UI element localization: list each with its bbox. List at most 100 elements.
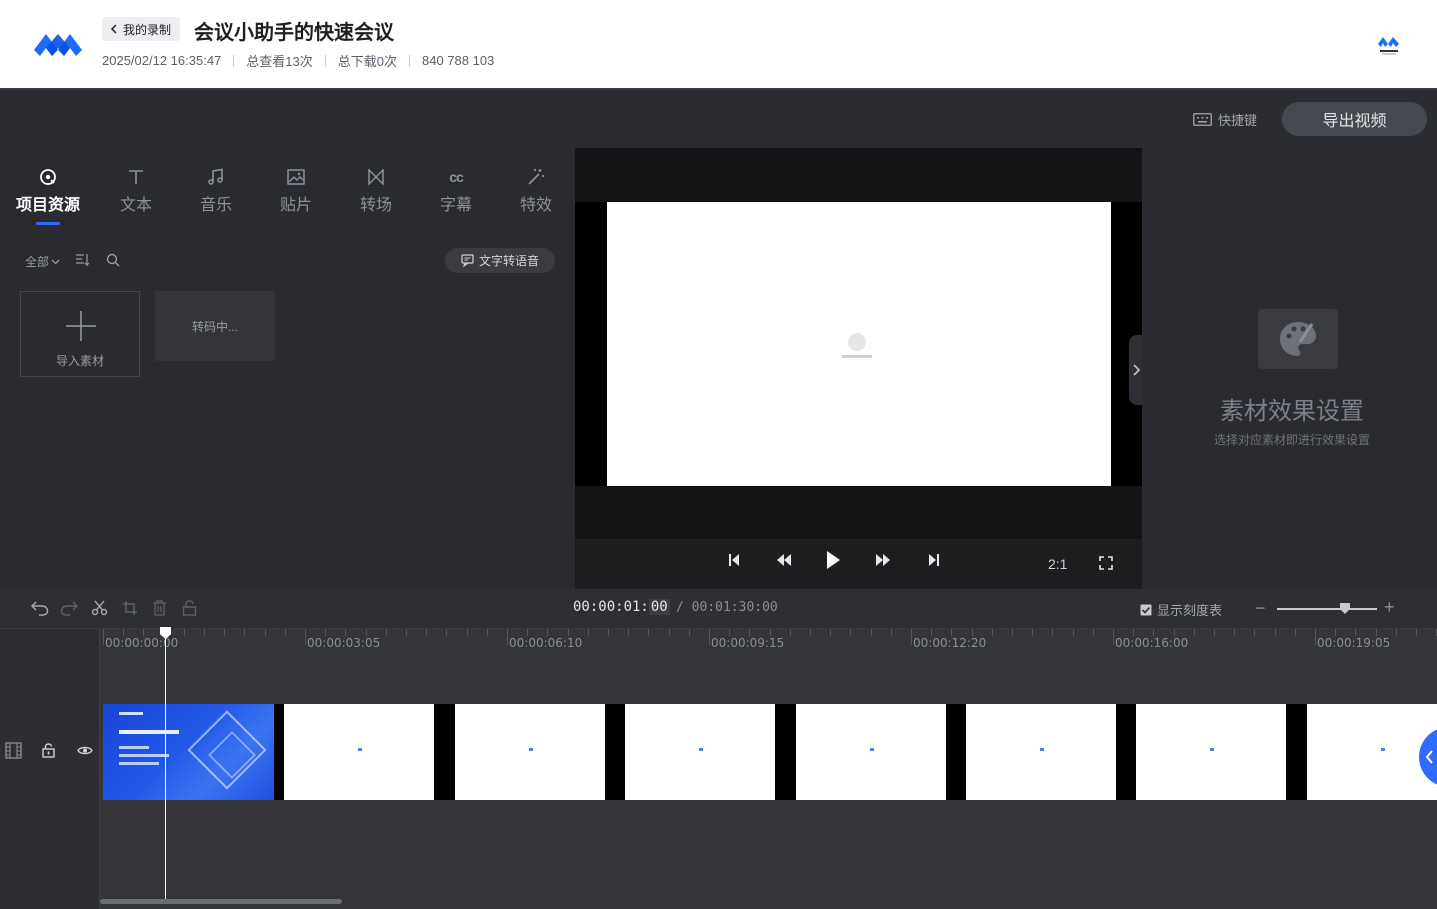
ruler-tick — [184, 629, 185, 636]
panel-toggle-button[interactable] — [1129, 335, 1143, 405]
eye-visibility-icon[interactable] — [77, 745, 93, 756]
checkbox-checked-icon — [1140, 604, 1152, 615]
ruler-tick — [628, 629, 629, 636]
chevron-left-icon — [110, 24, 117, 34]
chevron-left-icon — [1425, 750, 1433, 764]
ruler-label: 00:00:09:15 — [711, 636, 785, 650]
fullscreen-icon[interactable] — [1099, 556, 1113, 570]
ruler-tick — [386, 629, 387, 636]
ruler-tick — [244, 629, 245, 636]
ruler-tick — [547, 629, 548, 636]
fast-forward-icon[interactable] — [875, 553, 891, 567]
tab-label: 字幕 — [439, 197, 472, 214]
ruler-tick — [426, 629, 427, 636]
timeline: 00:00:00:00 00:00:03:05 00:00:06:10 00:0… — [0, 627, 1437, 909]
import-label: 导入素材 — [55, 354, 104, 368]
effect-settings-subtitle: 选择对应素材即进行效果设置 — [1213, 433, 1370, 447]
track-header — [0, 629, 100, 909]
tab-sticker[interactable]: 贴片 — [263, 166, 329, 215]
zoom-slider-track[interactable] — [1277, 608, 1377, 610]
tab-transition[interactable]: 转场 — [343, 166, 409, 215]
sort-icon[interactable] — [75, 253, 89, 266]
tab-label: 贴片 — [279, 197, 312, 214]
skip-to-end-icon[interactable] — [928, 553, 940, 567]
text-to-speech-button[interactable]: 文字转语音 — [445, 248, 555, 273]
export-video-button[interactable]: 导出视频 — [1282, 102, 1427, 136]
shortcut-keys-button[interactable]: 快捷键 — [1193, 110, 1257, 129]
playhead[interactable] — [165, 629, 166, 899]
timeline-scrollbar[interactable] — [100, 899, 342, 904]
ruler-tick — [648, 629, 649, 636]
show-scale-checkbox[interactable]: 显示刻度表 — [1140, 600, 1222, 619]
tab-music[interactable]: 音乐 — [183, 166, 249, 215]
play-icon[interactable] — [825, 550, 841, 570]
track-lock-icon[interactable] — [42, 743, 55, 758]
time-ruler[interactable]: 00:00:00:00 00:00:03:05 00:00:06:10 00:0… — [100, 629, 1437, 659]
tab-text[interactable]: 文本 — [103, 166, 169, 215]
tab-label: 文本 — [119, 197, 152, 214]
ruler-tick — [123, 629, 124, 636]
plus-icon — [66, 311, 96, 341]
ruler-tick — [1194, 629, 1195, 636]
clip-thumbnail — [284, 704, 434, 800]
ruler-tick — [305, 629, 306, 645]
filter-label: 全部 — [25, 255, 50, 269]
keyboard-icon — [1193, 113, 1212, 126]
ruler-tick — [770, 629, 771, 636]
ruler-tick — [669, 629, 670, 636]
ruler-tick — [1254, 629, 1255, 636]
text-icon — [129, 170, 143, 184]
back-to-recordings-button[interactable]: 我的录制 — [102, 17, 181, 41]
ruler-label: 00:00:03:05 — [307, 636, 381, 650]
tab-project-resources[interactable]: 项目资源 — [15, 166, 81, 215]
lock-icon[interactable] — [182, 600, 197, 616]
sticker-icon — [287, 169, 305, 185]
ruler-tick — [749, 629, 750, 636]
ruler-tick — [1174, 629, 1175, 636]
ruler-tick — [1376, 629, 1377, 636]
zoom-out-button[interactable]: − — [1255, 598, 1266, 619]
delete-icon[interactable] — [152, 600, 167, 616]
ruler-tick — [204, 629, 205, 636]
ruler-tick — [588, 629, 589, 636]
aspect-ratio-button[interactable]: 2:1 — [1048, 556, 1067, 572]
search-icon[interactable] — [106, 253, 120, 267]
ruler-tick — [729, 629, 730, 636]
clip-thumbnail-cover — [103, 704, 274, 800]
import-material-button[interactable]: 导入素材 — [20, 291, 140, 377]
caption-icon: cc — [449, 169, 464, 185]
palette-icon — [1258, 309, 1338, 369]
clip-thumbnail — [1136, 704, 1286, 800]
split-scissors-icon[interactable] — [91, 600, 108, 616]
project-resource-icon — [40, 169, 56, 185]
ruler-tick — [951, 629, 952, 636]
tab-effects[interactable]: 特效 — [503, 166, 569, 215]
ruler-tick — [1315, 629, 1316, 645]
ruler-tick — [709, 629, 710, 645]
ruler-tick — [810, 629, 811, 636]
player-controls: 2:1 — [575, 539, 1142, 589]
ruler-tick — [143, 629, 144, 636]
filter-dropdown[interactable]: 全部 — [25, 253, 60, 270]
ruler-label: 00:00:12:20 — [913, 636, 987, 650]
video-clip[interactable] — [103, 704, 1437, 800]
ruler-tick — [366, 629, 367, 636]
meeting-id: 840 788 103 — [421, 53, 495, 68]
rewind-icon[interactable] — [776, 553, 792, 567]
crop-icon[interactable] — [122, 600, 138, 616]
redo-icon[interactable] — [60, 600, 78, 616]
tab-label: 特效 — [519, 197, 552, 214]
ruler-tick — [992, 629, 993, 636]
tab-label: 转场 — [359, 197, 392, 214]
tab-caption[interactable]: cc 字幕 — [423, 166, 489, 215]
current-time: 00:00:01: 00 — [573, 599, 670, 615]
ruler-tick — [527, 629, 528, 636]
skip-to-start-icon[interactable] — [728, 553, 740, 567]
zoom-slider-handle[interactable] — [1340, 603, 1350, 614]
undo-icon[interactable] — [31, 600, 49, 616]
ruler-tick — [103, 629, 104, 645]
ruler-tick — [1113, 629, 1114, 645]
zoom-in-button[interactable]: + — [1384, 597, 1395, 618]
preview-frame[interactable] — [607, 202, 1111, 486]
current-frame[interactable]: 00 — [648, 599, 670, 615]
